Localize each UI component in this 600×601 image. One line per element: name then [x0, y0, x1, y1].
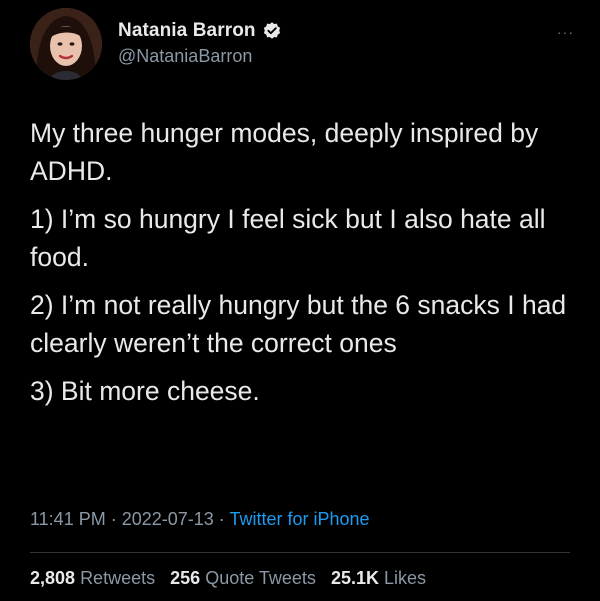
quote-tweets-label: Quote Tweets	[205, 568, 316, 588]
tweet-source-link[interactable]: Twitter for iPhone	[229, 509, 369, 529]
verified-badge-icon	[262, 21, 282, 41]
likes-label: Likes	[384, 568, 427, 588]
more-options-icon[interactable]: ···	[557, 24, 574, 40]
likes-stat[interactable]: 25.1K Likes	[331, 568, 426, 588]
meta-separator: ·	[213, 509, 230, 529]
tweet-paragraph: 3) Bit more cheese.	[30, 376, 260, 406]
author-handle[interactable]: @NataniaBarron	[118, 46, 252, 67]
tweet-paragraph: 2) I’m not really hungry but the 6 snack…	[30, 290, 567, 358]
retweets-count: 2,808	[30, 568, 76, 588]
retweets-stat[interactable]: 2,808 Retweets	[30, 568, 155, 588]
engagement-stats: 2,808 Retweets 256 Quote Tweets 25.1K Li…	[30, 568, 436, 589]
divider	[30, 552, 570, 553]
tweet-paragraph: My three hunger modes, deeply inspired b…	[30, 118, 539, 186]
avatar[interactable]	[30, 8, 102, 80]
avatar-photo	[30, 8, 102, 80]
tweet-meta: 11:41 PM · 2022-07-13 · Twitter for iPho…	[30, 509, 370, 530]
tweet-date[interactable]: 2022-07-13	[122, 509, 214, 529]
tweet-text: My three hunger modes, deeply inspired b…	[30, 114, 580, 420]
author-display-name[interactable]: Natania Barron	[118, 20, 256, 42]
tweet-paragraph: 1) I’m so hungry I feel sick but I also …	[30, 204, 546, 272]
tweet-time[interactable]: 11:41 PM	[30, 509, 106, 529]
tweet-card: Natania Barron @NataniaBarron ··· My thr…	[0, 0, 600, 601]
meta-separator: ·	[105, 509, 122, 529]
author-name-row: Natania Barron	[118, 20, 282, 42]
likes-count: 25.1K	[330, 568, 379, 588]
quote-tweets-count: 256	[170, 568, 201, 588]
retweets-label: Retweets	[80, 568, 156, 588]
quote-tweets-stat[interactable]: 256 Quote Tweets	[170, 568, 316, 588]
